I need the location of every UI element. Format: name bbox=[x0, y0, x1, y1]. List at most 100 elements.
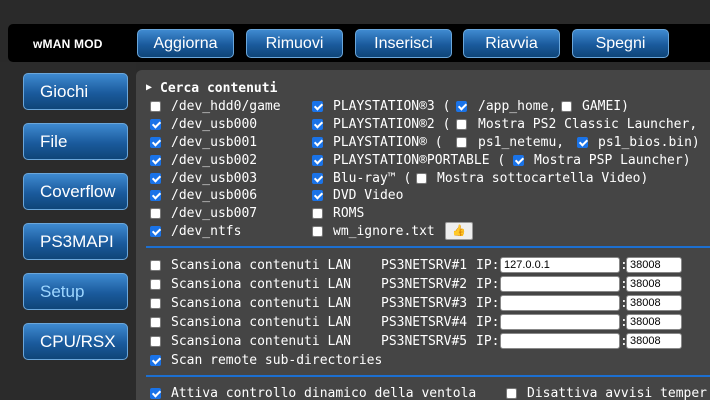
video-subfolder-label: Mostra sottocartella Video) bbox=[437, 171, 649, 186]
content-label-dvd: DVD Video bbox=[333, 188, 404, 203]
ip-label-1: IP: bbox=[476, 258, 500, 273]
ps3netsrv-label-4: PS3NETSRV#4 bbox=[381, 315, 468, 330]
content-checkbox-ps2[interactable] bbox=[312, 119, 323, 130]
thumbs-up-icon[interactable]: 👍 bbox=[445, 222, 473, 240]
device-label-usb000: /dev_usb000 bbox=[171, 117, 258, 132]
sidebar-item-coverflow[interactable]: Coverflow bbox=[23, 173, 128, 210]
content-checkbox-wm-ignore[interactable] bbox=[312, 226, 323, 237]
ps1-bios-label: ps1_bios.bin) bbox=[598, 135, 700, 150]
section-divider-2 bbox=[146, 375, 710, 377]
content-checkbox-ps1[interactable] bbox=[312, 137, 323, 148]
ps3netsrv-label-2: PS3NETSRV#2 bbox=[381, 277, 468, 292]
ip-input-5[interactable] bbox=[500, 333, 620, 349]
spegni-button[interactable]: Spegni bbox=[572, 29, 669, 58]
content-label-bluray: Blu-ray™ ( bbox=[333, 171, 412, 186]
sidebar-item-file[interactable]: File bbox=[23, 123, 128, 160]
content-label-ps1: PLAYSTATION® ( bbox=[333, 135, 443, 150]
lan-scan-checkbox-1[interactable] bbox=[150, 260, 161, 271]
lan-scan-label-5: Scansiona contenuti LAN bbox=[171, 334, 352, 349]
device-checkbox-usb006[interactable] bbox=[150, 190, 161, 201]
sidebar: Giochi File Coverflow PS3MAPI Setup CPU/… bbox=[0, 62, 136, 400]
brand-logo: wMAN MOD bbox=[33, 37, 103, 51]
port-input-5[interactable]: 38008 bbox=[626, 333, 682, 349]
app-home-label: /app_home, bbox=[478, 99, 557, 114]
ps3netsrv-label-1: PS3NETSRV#1 bbox=[381, 258, 468, 273]
temp-warnings-checkbox[interactable] bbox=[506, 388, 517, 399]
app-home-checkbox[interactable] bbox=[456, 101, 467, 112]
content-checkbox-bluray[interactable] bbox=[312, 173, 323, 184]
psp-launcher-checkbox[interactable] bbox=[513, 155, 524, 166]
device-label-hdd0-game: /dev_hdd0/game bbox=[171, 99, 281, 114]
ip-label-2: IP: bbox=[476, 277, 500, 292]
device-checkbox-hdd0-game[interactable] bbox=[150, 101, 161, 112]
sidebar-item-giochi[interactable]: Giochi bbox=[23, 73, 128, 110]
content-label-ps2: PLAYSTATION®2 ( bbox=[333, 117, 451, 132]
ip-label-3: IP: bbox=[476, 296, 500, 311]
sidebar-item-cpu-rsx[interactable]: CPU/RSX bbox=[23, 323, 128, 360]
content-checkbox-psp[interactable] bbox=[312, 155, 323, 166]
temp-warnings-label: Disattiva avvisi temper bbox=[527, 386, 708, 400]
device-label-usb003: /dev_usb003 bbox=[171, 171, 258, 186]
port-input-1[interactable]: 38008 bbox=[626, 257, 682, 273]
content-checkbox-roms[interactable] bbox=[312, 208, 323, 219]
ps3netsrv-label-3: PS3NETSRV#3 bbox=[381, 296, 468, 311]
fan-control-label: Attiva controllo dinamico della ventola bbox=[171, 386, 477, 400]
ip-input-1[interactable]: 127.0.0.1 bbox=[500, 257, 620, 273]
sidebar-item-ps3mapi[interactable]: PS3MAPI bbox=[23, 223, 128, 260]
ps1-netemu-label: ps1_netemu, bbox=[478, 135, 565, 150]
riavvia-button[interactable]: Riavvia bbox=[463, 29, 560, 58]
device-checkbox-usb001[interactable] bbox=[150, 137, 161, 148]
port-input-3[interactable]: 38008 bbox=[626, 295, 682, 311]
fan-control-checkbox[interactable] bbox=[150, 388, 161, 399]
device-checkbox-usb000[interactable] bbox=[150, 119, 161, 130]
device-checkbox-usb003[interactable] bbox=[150, 173, 161, 184]
ps3netsrv-label-5: PS3NETSRV#5 bbox=[381, 334, 468, 349]
lan-scan-checkbox-4[interactable] bbox=[150, 317, 161, 328]
remote-subdirs-label: Scan remote sub-directories bbox=[171, 353, 383, 368]
psp-launcher-label: Mostra PSP Launcher) bbox=[534, 153, 691, 168]
ps2-launcher-label: Mostra PS2 Classic Launcher, bbox=[478, 117, 698, 132]
ps1-bios-checkbox[interactable] bbox=[577, 137, 588, 148]
rimuovi-button[interactable]: Rimuovi bbox=[246, 29, 343, 58]
disclosure-triangle-icon[interactable]: ▶ bbox=[146, 82, 152, 93]
content-label-wm-ignore: wm_ignore.txt bbox=[333, 224, 435, 239]
device-label-usb002: /dev_usb002 bbox=[171, 153, 258, 168]
device-label-usb006: /dev_usb006 bbox=[171, 188, 258, 203]
inserisci-button[interactable]: Inserisci bbox=[355, 29, 452, 58]
content-checkbox-ps3[interactable] bbox=[312, 101, 323, 112]
ps1-netemu-checkbox[interactable] bbox=[456, 137, 467, 148]
lan-scan-checkbox-3[interactable] bbox=[150, 298, 161, 309]
ip-input-4[interactable] bbox=[500, 314, 620, 330]
ip-label-5: IP: bbox=[476, 334, 500, 349]
gamei-checkbox[interactable] bbox=[561, 101, 572, 112]
content-label-ps3: PLAYSTATION®3 ( bbox=[333, 99, 451, 114]
content-checkbox-dvd[interactable] bbox=[312, 190, 323, 201]
port-input-2[interactable]: 38008 bbox=[626, 276, 682, 292]
lan-scan-checkbox-2[interactable] bbox=[150, 279, 161, 290]
section-divider bbox=[146, 246, 710, 248]
sidebar-item-setup[interactable]: Setup bbox=[23, 273, 128, 310]
device-label-usb007: /dev_usb007 bbox=[171, 206, 258, 221]
setup-panel: ▶ Cerca contenuti /dev_hdd0/game /dev_us… bbox=[136, 70, 710, 400]
ip-label-4: IP: bbox=[476, 315, 500, 330]
gamei-label: GAMEI) bbox=[582, 99, 629, 114]
lan-scan-label-2: Scansiona contenuti LAN bbox=[171, 277, 352, 292]
lan-scan-label-1: Scansiona contenuti LAN bbox=[171, 258, 352, 273]
ip-input-3[interactable] bbox=[500, 295, 620, 311]
lan-scan-label-4: Scansiona contenuti LAN bbox=[171, 315, 352, 330]
device-label-ntfs: /dev_ntfs bbox=[171, 224, 242, 239]
remote-subdirs-checkbox[interactable] bbox=[150, 355, 161, 366]
content-label-psp: PLAYSTATION®PORTABLE ( bbox=[333, 153, 506, 168]
ps2-launcher-checkbox[interactable] bbox=[456, 119, 467, 130]
search-content-title: Cerca contenuti bbox=[160, 81, 278, 96]
ip-input-2[interactable] bbox=[500, 276, 620, 292]
device-checkbox-ntfs[interactable] bbox=[150, 226, 161, 237]
video-subfolder-checkbox[interactable] bbox=[416, 173, 427, 184]
content-label-roms: ROMS bbox=[333, 206, 365, 221]
device-checkbox-usb007[interactable] bbox=[150, 208, 161, 219]
lan-scan-checkbox-5[interactable] bbox=[150, 336, 161, 347]
aggiorna-button[interactable]: Aggiorna bbox=[137, 29, 234, 58]
device-checkbox-usb002[interactable] bbox=[150, 155, 161, 166]
device-label-usb001: /dev_usb001 bbox=[171, 135, 258, 150]
port-input-4[interactable]: 38008 bbox=[626, 314, 682, 330]
